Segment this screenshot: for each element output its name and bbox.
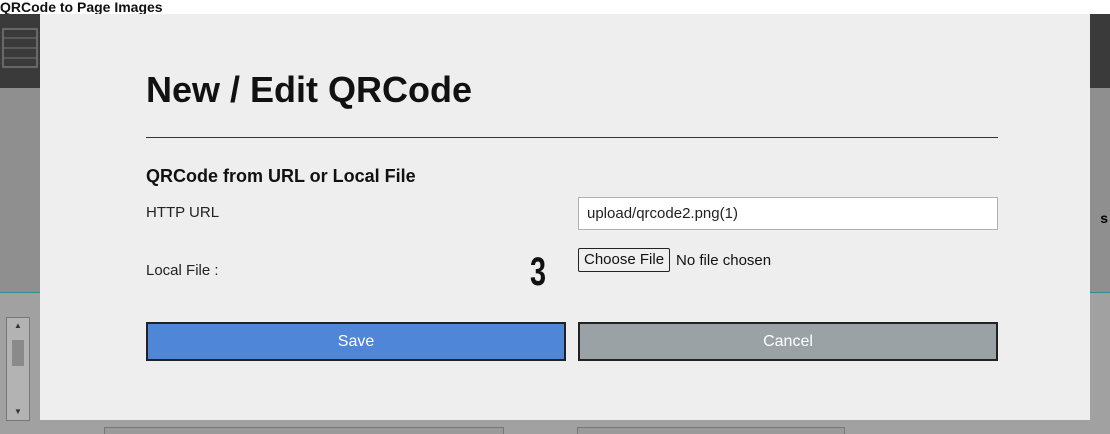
step-marker: 3 <box>530 250 547 294</box>
scroll-thumb <box>12 340 24 366</box>
local-file-label: Local File : <box>146 262 219 279</box>
background-grid-icon <box>2 28 38 68</box>
local-file-picker: Choose File No file chosen <box>578 247 771 273</box>
scroll-down-icon: ▼ <box>14 407 22 416</box>
scroll-up-icon: ▲ <box>14 321 22 330</box>
section-heading: QRCode from URL or Local File <box>146 166 416 186</box>
background-field <box>104 427 504 434</box>
background-field <box>577 427 845 434</box>
cancel-button[interactable]: Cancel <box>578 322 998 361</box>
qrcode-edit-dialog: New / Edit QRCode QRCode from URL or Loc… <box>40 14 1090 420</box>
save-button[interactable]: Save <box>146 322 566 361</box>
title-divider <box>146 137 998 138</box>
choose-file-button[interactable]: Choose File <box>578 248 671 272</box>
http-url-input[interactable] <box>578 197 998 230</box>
background-scrollbar: ▲ ▼ <box>6 317 30 421</box>
http-url-label: HTTP URL <box>146 204 220 221</box>
dialog-title: New / Edit QRCode <box>146 69 473 110</box>
background-partial-text: s <box>1100 210 1108 226</box>
file-status-text: No file chosen <box>676 251 772 269</box>
page-caption: QRCode to Page Images <box>0 0 163 15</box>
